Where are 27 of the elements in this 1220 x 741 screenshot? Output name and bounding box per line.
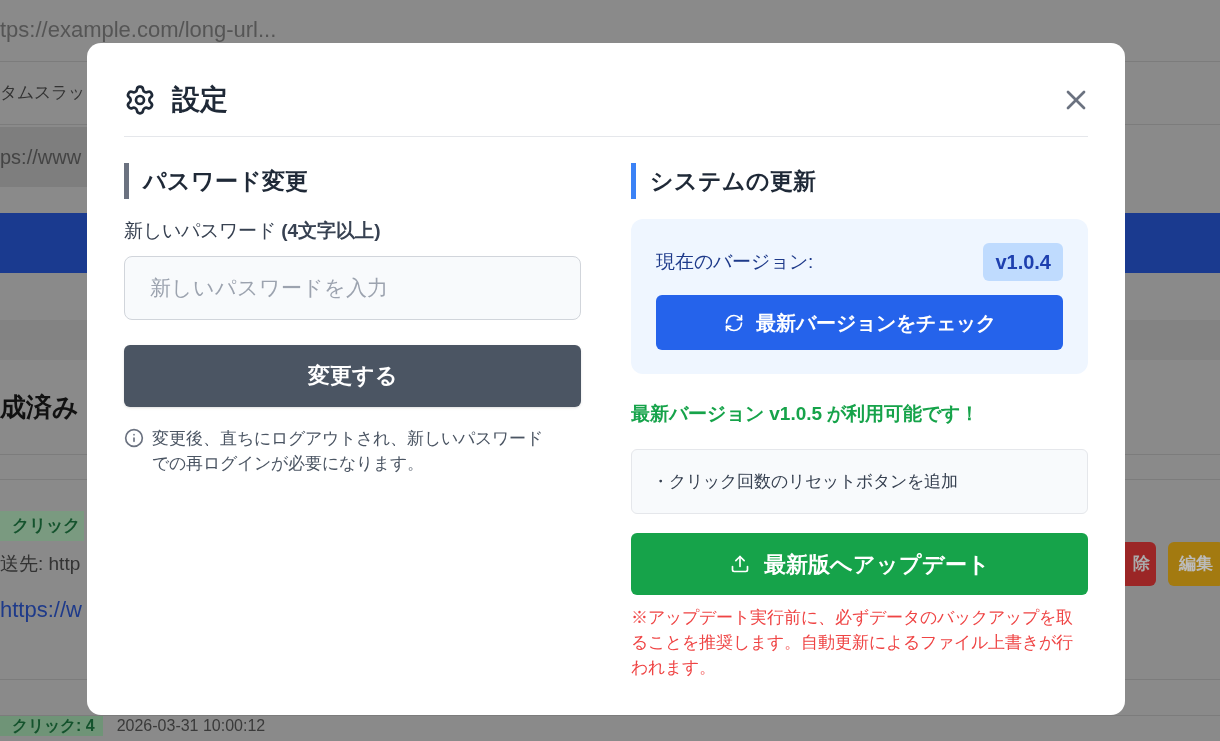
change-button[interactable]: 変更する [124,344,581,407]
update-button[interactable]: 最新版へアップデート [631,533,1088,595]
check-button[interactable]: 最新バージョンをチェック [656,295,1063,350]
redirect-text: 送先: http [0,551,81,576]
section-heading: パスワード変更 [124,163,581,199]
edit-button[interactable]: 編集 [1168,542,1220,586]
slug-label: タムスラッ [0,82,85,105]
upload-icon [729,554,750,574]
version-label: 現在のバージョン: [656,249,814,274]
version-badge: v1.0.4 [983,243,1063,281]
url-field[interactable]: ps://www [0,126,87,187]
note-text: 変更後、直ちにログアウトされ、新しいパスワードでの再ログインが必要になります。 [152,427,544,474]
settings-icon [124,83,156,116]
dialog-title: 設定 [172,82,228,117]
section-heading: 成済み [0,390,79,424]
date-text: 2026-03-31 10:00:12 [116,716,266,736]
section-heading: システムの更新 [631,163,1088,199]
field-label: 新しいパスワード (4文字以上) [124,219,382,243]
click-badge: クリック: 4 [0,716,103,736]
refresh-icon [723,312,744,333]
available-message: 最新バージョン v1.0.5 が利用可能です！ [631,402,981,426]
link-text[interactable]: https://w [0,592,82,626]
warning-text: ※アップデート実行前に、必ずデータのバックアップを取ることを推奨します。自動更新によるファイル上書きが行われます。 [631,607,1074,679]
info-icon [124,427,144,448]
password-field[interactable]: 新しいパスワードを入力 [124,255,581,320]
click-badge: クリック [0,511,84,541]
changelog-item: ・クリック回数のリセットボタンを追加 [652,470,959,493]
